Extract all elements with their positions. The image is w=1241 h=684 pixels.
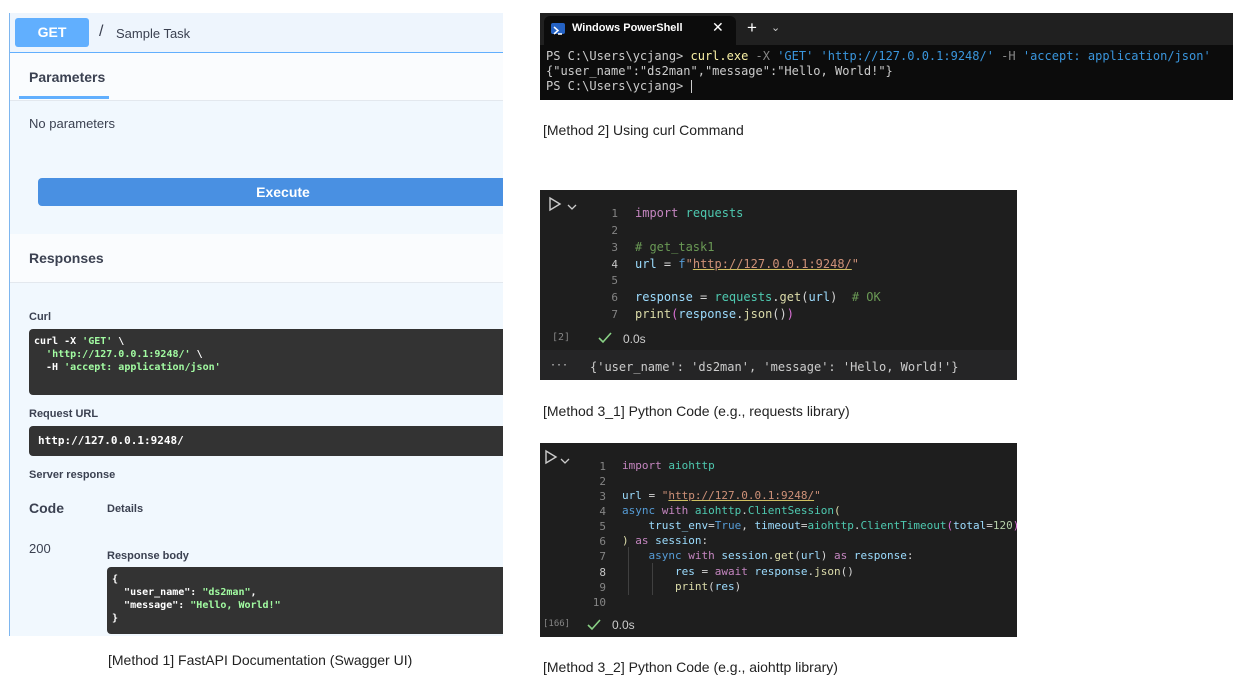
details-column-header: Details: [107, 503, 144, 515]
line-number: 9: [599, 581, 606, 594]
swagger-panel: GET / Sample Task Parameters No paramete…: [9, 13, 503, 636]
run-options-chevron-icon[interactable]: [560, 452, 570, 470]
execution-count: [166]: [543, 619, 571, 629]
parameters-tab-underline: [19, 96, 109, 99]
chevron-down-icon[interactable]: ⌄: [771, 21, 780, 34]
line-number: 4: [599, 505, 606, 518]
request-url-label: Request URL: [29, 408, 99, 420]
code-column-header: Code: [29, 500, 64, 516]
powershell-window: Windows PowerShell ✕ + ⌄ PS C:\Users\ycj…: [540, 13, 1233, 100]
new-tab-icon[interactable]: +: [747, 18, 757, 38]
code-line[interactable]: trust_env=True, timeout=aiohttp.ClientTi…: [622, 518, 1020, 533]
output-menu-icon[interactable]: ···: [550, 360, 568, 371]
caption-method3-2: [Method 3_2] Python Code (e.g., aiohttp …: [543, 659, 838, 675]
execute-button[interactable]: Execute: [38, 178, 503, 206]
powershell-icon: [551, 23, 565, 35]
terminal-cursor: [690, 80, 692, 93]
curl-line-3: -H 'accept: application/json': [34, 362, 221, 373]
execution-time: 0.0s: [623, 332, 646, 346]
responses-title: Responses: [29, 250, 104, 266]
code-line[interactable]: ) as session:: [622, 533, 708, 548]
body-line-2: "user_name": "ds2man",: [124, 587, 257, 598]
line-number: 10: [592, 596, 606, 609]
code-line[interactable]: res = await response.json(): [622, 564, 854, 579]
line-number: 7: [611, 308, 618, 321]
code-line[interactable]: url = f"http://127.0.0.1:9248/": [635, 256, 859, 273]
request-url-value: http://127.0.0.1:9248/: [38, 434, 184, 447]
code-line[interactable]: async with session.get(url) as response:: [622, 548, 914, 563]
line-number: 2: [599, 475, 606, 488]
line-number: 6: [599, 535, 606, 548]
caption-method3-1: [Method 3_1] Python Code (e.g., requests…: [543, 403, 850, 419]
caption-method1: [Method 1] FastAPI Documentation (Swagge…: [108, 652, 413, 668]
curl-line-1: curl -X 'GET' \: [34, 336, 125, 347]
get-method-badge[interactable]: GET: [15, 18, 89, 47]
notebook-cell-aiohttp: 1 2 3 4 5 6 7 8 9 10 import aiohttp url …: [540, 443, 1020, 637]
code-line[interactable]: # get_task1: [635, 239, 714, 256]
terminal-line-output: {"user_name":"ds2man","message":"Hello, …: [546, 64, 893, 78]
close-tab-icon[interactable]: ✕: [712, 19, 724, 36]
notebook-cell-requests: 1 2 3 4 6 7 5 import requests # get_task…: [540, 190, 1017, 380]
terminal-tab-title: Windows PowerShell: [572, 22, 683, 34]
run-options-chevron-icon[interactable]: [567, 198, 577, 216]
execution-count: [2]: [552, 332, 571, 343]
line-number: 7: [599, 550, 606, 563]
code-line[interactable]: url = "http://127.0.0.1:9248/": [622, 488, 821, 503]
body-line-4: }: [112, 613, 119, 624]
line-number: 3: [599, 490, 606, 503]
body-line-1: {: [112, 574, 119, 585]
line-number: 3: [611, 241, 618, 254]
line-number: 5: [611, 274, 618, 287]
line-number: 1: [611, 207, 618, 220]
curl-code-block[interactable]: curl -X 'GET' \ 'http://127.0.0.1:9248/'…: [29, 329, 503, 395]
line-number: 2: [611, 224, 618, 237]
server-response-label: Server response: [29, 469, 116, 481]
success-check-icon: [598, 331, 612, 349]
terminal-line-command: PS C:\Users\ycjang> curl.exe -X 'GET' 'h…: [546, 49, 1211, 63]
curl-line-2: 'http://127.0.0.1:9248/' \: [46, 349, 203, 360]
line-number: 4: [611, 258, 618, 271]
parameters-tab[interactable]: Parameters: [29, 69, 105, 85]
response-body-block[interactable]: { "user_name": "ds2man", "message": "Hel…: [107, 567, 503, 634]
body-line-3: "message": "Hello, World!": [124, 600, 281, 611]
code-line[interactable]: import requests: [635, 205, 743, 222]
terminal-line-prompt[interactable]: PS C:\Users\ycjang>: [546, 79, 692, 94]
code-line[interactable]: import aiohttp: [622, 458, 715, 473]
code-line[interactable]: print(res): [622, 579, 741, 594]
code-line[interactable]: response = requests.get(url) # OK: [635, 289, 881, 306]
line-number: 1: [599, 460, 606, 473]
execution-time: 0.0s: [612, 618, 635, 632]
success-check-icon: [587, 618, 601, 636]
run-cell-icon[interactable]: [548, 196, 562, 217]
run-cell-icon[interactable]: [544, 449, 558, 470]
curl-label: Curl: [29, 311, 51, 323]
code-line[interactable]: print(response.json()): [635, 306, 794, 323]
operation-path: /: [99, 23, 104, 40]
no-parameters-text: No parameters: [29, 116, 115, 131]
cell-output-text: {'user_name': 'ds2man', 'message': 'Hell…: [590, 360, 959, 374]
caption-method2: [Method 2] Using curl Command: [543, 122, 744, 138]
line-number: 8: [599, 566, 606, 579]
response-code: 200: [29, 541, 51, 556]
response-body-label: Response body: [107, 550, 189, 562]
line-number: 5: [599, 520, 606, 533]
code-line[interactable]: async with aiohttp.ClientSession(: [622, 503, 841, 518]
request-url-block[interactable]: http://127.0.0.1:9248/: [29, 426, 503, 456]
line-number: 6: [611, 291, 618, 304]
operation-summary: Sample Task: [116, 26, 191, 41]
